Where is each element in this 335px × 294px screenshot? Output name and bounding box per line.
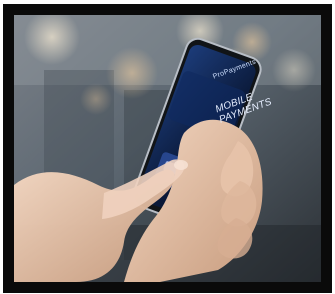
image-frame: ProPayments MOBILE PAYMENTS <box>3 4 332 293</box>
photo-hand-holding-phone <box>14 15 321 282</box>
